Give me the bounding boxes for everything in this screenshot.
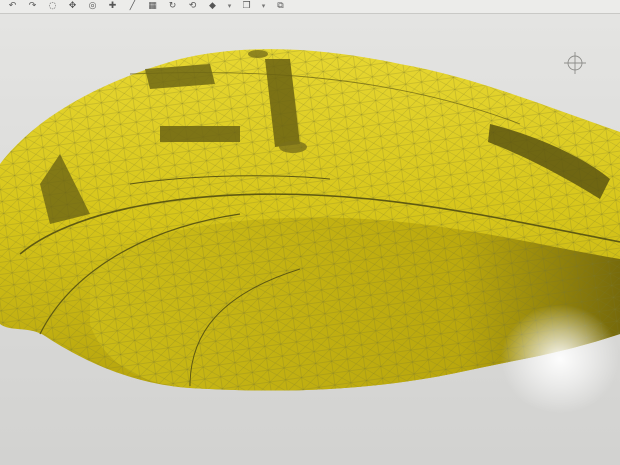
revolve-icon[interactable]: ⟲: [186, 1, 199, 12]
model-viewport[interactable]: [0, 14, 620, 465]
undo-icon[interactable]: ↶: [6, 1, 19, 12]
view-options-icon[interactable]: ⧉: [274, 1, 287, 12]
redo-icon[interactable]: ↷: [26, 1, 39, 12]
pivot-marker: [564, 52, 586, 74]
lasso-select-icon[interactable]: ◌: [46, 1, 59, 12]
mesh-model: [0, 49, 620, 391]
move-icon[interactable]: ✚: [106, 1, 119, 12]
orbit-icon[interactable]: ✥: [66, 1, 79, 12]
rotate-icon[interactable]: ↻: [166, 1, 179, 12]
extrude-icon[interactable]: ▦: [146, 1, 159, 12]
chevron-down-icon[interactable]: ▾: [260, 1, 267, 12]
toolbar: ↶ ↷ ◌ ✥ ◎ ✚ ╱ ▦ ↻ ⟲ ◆ ▾ ❒ ▾ ⧉: [0, 0, 620, 14]
appearance-icon[interactable]: ◆: [206, 1, 219, 12]
view-cube-icon[interactable]: ❒: [240, 1, 253, 12]
target-icon[interactable]: ◎: [86, 1, 99, 12]
sketch-line-icon[interactable]: ╱: [126, 1, 139, 12]
chevron-down-icon[interactable]: ▾: [226, 1, 233, 12]
top-cutout-bottom: [160, 126, 240, 142]
